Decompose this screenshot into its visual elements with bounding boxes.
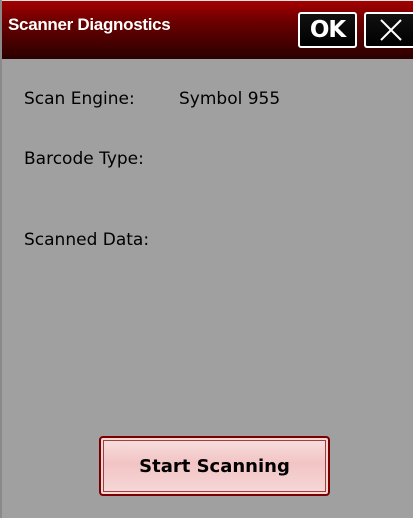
close-button[interactable] (364, 12, 413, 48)
scan-engine-value: Symbol 955 (179, 89, 281, 109)
window-title: Scanner Diagnostics (8, 15, 171, 34)
scan-engine-label: Scan Engine: (24, 89, 135, 109)
barcode-type-label: Barcode Type: (24, 149, 144, 169)
scanned-data-label: Scanned Data: (24, 230, 150, 250)
scanner-diagnostics-window: Scanner Diagnostics OK Scan Engine: Symb… (0, 0, 413, 518)
ok-button[interactable]: OK (298, 12, 357, 48)
start-scanning-button[interactable]: Start Scanning (99, 436, 330, 496)
close-icon (379, 19, 402, 41)
title-bar: Scanner Diagnostics OK (2, 0, 413, 59)
